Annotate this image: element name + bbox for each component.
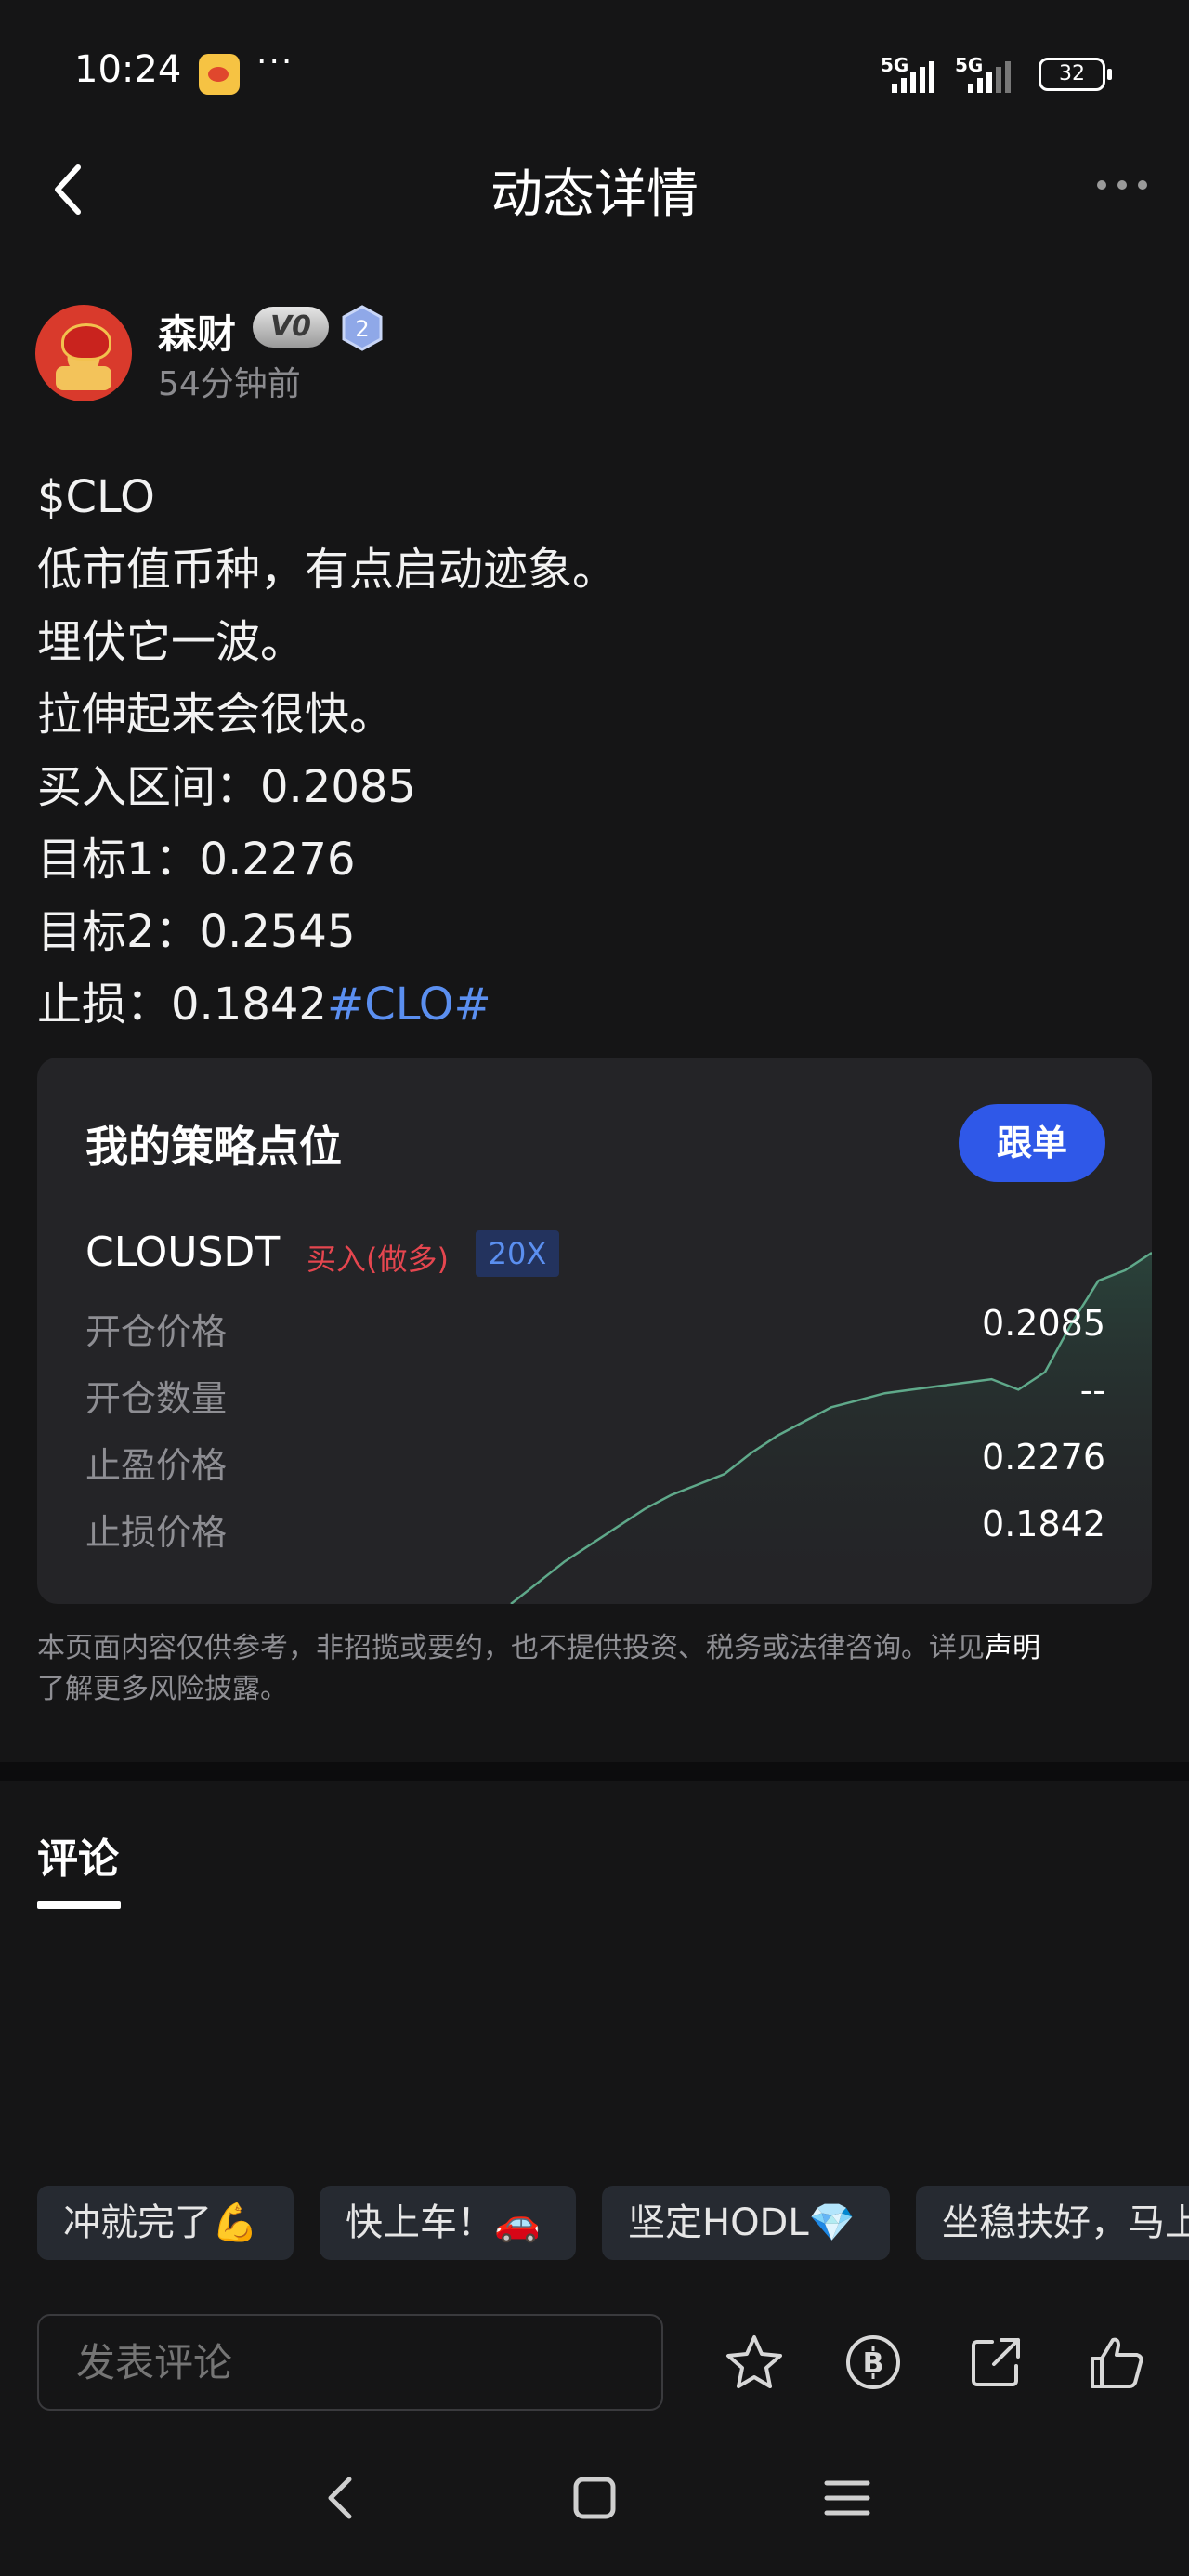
- battery-icon: 32: [1039, 58, 1112, 91]
- quick-reply-chip[interactable]: 快上车！🚗: [320, 2186, 576, 2260]
- post-line: $CLO: [37, 471, 155, 523]
- quick-reply-chip[interactable]: 坚定HODL💎: [602, 2186, 890, 2260]
- disclaimer-text: 本页面内容仅供参考，非招揽或要约，也不提供投资、税务或法律咨询。详见: [37, 1632, 985, 1664]
- post-line: 埋伏它一波。: [37, 616, 306, 668]
- thumbs-up-icon[interactable]: [1087, 2333, 1146, 2392]
- disclaimer-link[interactable]: 声明: [985, 1632, 1040, 1664]
- disclaimer: 本页面内容仅供参考，非招揽或要约，也不提供投资、税务或法律咨询。详见声明 了解更…: [37, 1628, 1152, 1710]
- status-time: 10:24: [74, 48, 182, 91]
- stop-loss-value: 0.1842: [982, 1504, 1105, 1544]
- author-name[interactable]: 森财: [158, 303, 236, 360]
- signal-icon: [892, 61, 934, 93]
- tab-comments[interactable]: 评论: [37, 1825, 119, 1885]
- post-line: 买入区间：0.2085: [37, 761, 416, 813]
- post-line: 止损：0.1842: [37, 979, 327, 1031]
- page-title: 动态详情: [490, 164, 699, 225]
- post-line: 拉伸起来会很快。: [37, 689, 395, 741]
- stop-loss-label: 止损价格: [85, 1512, 228, 1553]
- position-size-value: --: [1079, 1370, 1105, 1411]
- share-icon[interactable]: [966, 2333, 1026, 2392]
- trading-pair: CLOUSDT: [85, 1229, 281, 1276]
- entry-price-value: 0.2085: [982, 1303, 1105, 1344]
- entry-price-label: 开仓价格: [85, 1311, 228, 1352]
- leverage-badge: 20X: [476, 1230, 559, 1277]
- disclaimer-text-2: 了解更多风险披露。: [37, 1673, 288, 1705]
- level-badge-text: 2: [355, 316, 369, 342]
- follow-trade-button[interactable]: 跟单: [959, 1104, 1105, 1182]
- weibo-notification-icon: [199, 54, 240, 95]
- level-badge-icon: 2: [342, 305, 383, 351]
- quick-reply-chip[interactable]: 坐稳扶好，马上: [916, 2186, 1189, 2260]
- system-home-icon[interactable]: [568, 2472, 621, 2524]
- battery-level: 32: [1059, 62, 1085, 85]
- post-line: 低市值币种，有点启动迹象。: [37, 544, 618, 596]
- coin-icon[interactable]: B: [843, 2333, 903, 2392]
- post-line: 目标2：0.2545: [37, 906, 356, 958]
- tab-comments-underline: [37, 1901, 121, 1909]
- strategy-title: 我的策略点位: [85, 1122, 342, 1172]
- author-avatar[interactable]: [35, 305, 132, 401]
- take-profit-value: 0.2276: [982, 1437, 1105, 1478]
- star-icon[interactable]: [725, 2333, 784, 2392]
- system-back-icon[interactable]: [316, 2472, 368, 2524]
- strategy-card[interactable]: 我的策略点位 跟单 CLOUSDT 买入(做多) 20X 开仓价格 0.2085…: [37, 1058, 1152, 1604]
- more-options-icon[interactable]: [1094, 173, 1150, 197]
- section-divider: [0, 1762, 1189, 1781]
- take-profit-label: 止盈价格: [85, 1445, 228, 1486]
- quick-reply-chip[interactable]: 冲就完了💪: [37, 2186, 294, 2260]
- system-menu-icon[interactable]: [821, 2472, 873, 2524]
- post-line: 目标1：0.2276: [37, 834, 356, 886]
- post-content: $CLO 低市值币种，有点启动迹象。 埋伏它一波。 拉伸起来会很快。 买入区间：…: [37, 461, 1152, 1041]
- more-notifications-icon: ···: [256, 43, 294, 81]
- position-size-label: 开仓数量: [85, 1378, 228, 1419]
- comment-input[interactable]: [37, 2314, 663, 2411]
- post-line-last: 止损：0.1842#CLO#: [37, 968, 1152, 1041]
- post-time: 54分钟前: [158, 365, 301, 403]
- hashtag-link[interactable]: #CLO#: [327, 979, 491, 1031]
- position-side: 买入(做多): [307, 1242, 449, 1277]
- signal-icon-2: [968, 61, 1011, 93]
- vip-badge: V0: [253, 307, 329, 348]
